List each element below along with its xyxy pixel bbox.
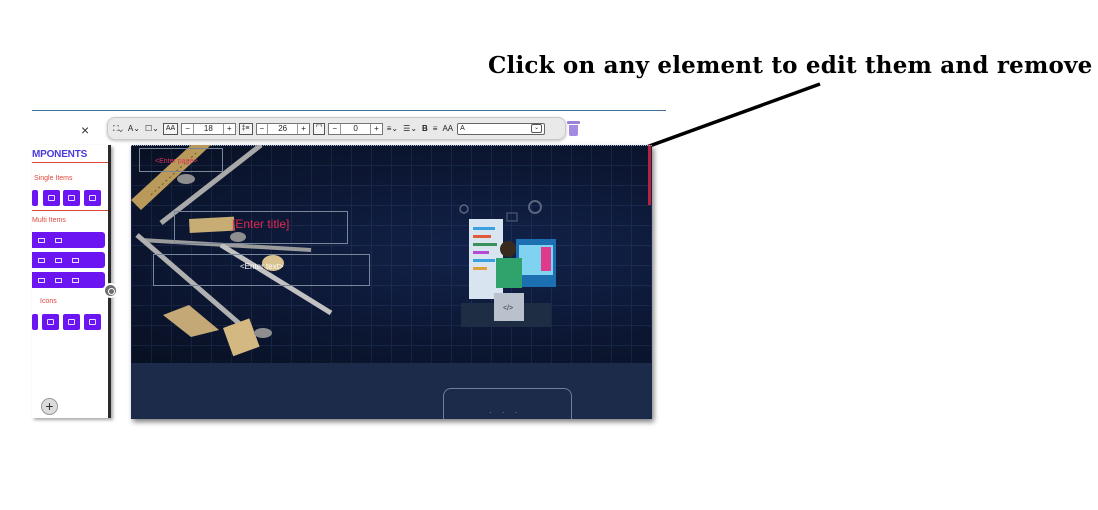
table-icon <box>72 277 79 283</box>
trash-icon[interactable] <box>567 121 580 136</box>
format-toolbar: ⛶⌄ A⌄ ☐⌄ AA − 18 + ‡≡ − 26 + ⌜⌝ − 0 + ≡⌄… <box>107 117 566 140</box>
tape-graphic <box>223 318 260 357</box>
github-glyph <box>47 319 54 325</box>
linkedin-glyph <box>68 319 75 325</box>
browser-sidebar <box>541 247 551 271</box>
code-line <box>473 259 495 262</box>
sidebar-toggle-icon[interactable] <box>103 283 118 298</box>
multi-item-row-3[interactable] <box>32 272 105 288</box>
loading-dots: · · · <box>489 408 522 417</box>
linkedin-icon[interactable] <box>63 314 80 330</box>
design-canvas[interactable]: · · · </> <Enter page> [Enter title] <En… <box>131 145 652 419</box>
title-placeholder-text[interactable]: [Enter title] <box>232 217 289 231</box>
github-icon[interactable] <box>42 314 59 330</box>
font-size-decrease[interactable]: − <box>182 123 194 134</box>
panel-title: MPONENTS <box>32 149 88 160</box>
text-lines-icon <box>55 237 62 243</box>
image-icon <box>55 277 62 283</box>
person-head <box>500 241 516 257</box>
single-item-table-button[interactable] <box>63 190 80 206</box>
components-panel: MPONENTS Single Items Multi Items Icons … <box>32 145 111 418</box>
code-line <box>473 267 487 270</box>
youtube-icon[interactable] <box>84 314 101 330</box>
line-height-decrease[interactable]: − <box>257 123 269 134</box>
line-height-icon: ‡≡ <box>238 122 253 135</box>
gear-icon <box>528 200 542 214</box>
window-icon <box>506 212 518 222</box>
panel-divider <box>32 162 108 163</box>
icons-heading: Icons <box>40 298 57 305</box>
close-icon[interactable]: × <box>81 123 89 137</box>
font-family-value: A <box>460 125 465 132</box>
person-body <box>496 258 522 288</box>
code-line <box>473 243 497 246</box>
page-placeholder-text[interactable]: <Enter page> <box>155 158 197 165</box>
trash-lid <box>567 121 580 124</box>
multi-items-heading: Multi Items <box>32 217 66 224</box>
single-item-tile[interactable] <box>32 190 38 206</box>
trash-can <box>569 125 578 136</box>
text-placeholder-text[interactable]: <Enter text> <box>240 262 284 271</box>
image-icon <box>55 257 62 263</box>
screen: Click on any element to edit them and re… <box>0 0 1098 510</box>
border-radius-stepper[interactable]: − 0 + <box>328 122 383 135</box>
laptop-code-glyph: </> <box>503 305 513 312</box>
text-placeholder-box[interactable]: <Enter text> <box>153 254 370 286</box>
bold-button[interactable]: B <box>421 122 429 136</box>
border-dropdown[interactable]: ☐⌄ <box>144 122 160 136</box>
list-dropdown[interactable]: ☰⌄ <box>402 122 418 136</box>
gear-icon <box>459 204 469 214</box>
text-case-button[interactable]: AA <box>441 122 454 136</box>
title-placeholder-box[interactable]: [Enter title] <box>174 211 348 244</box>
fill-color-dropdown[interactable]: ⛶⌄ <box>112 122 124 136</box>
lower-section[interactable] <box>131 363 652 419</box>
tape-graphic <box>163 305 219 337</box>
border-radius-value[interactable]: 0 <box>341 123 372 134</box>
icon-tile[interactable] <box>32 314 38 330</box>
add-icon[interactable]: + <box>41 398 58 415</box>
border-radius-decrease[interactable]: − <box>329 123 342 134</box>
grid-icon <box>38 277 45 283</box>
single-item-card-button[interactable] <box>84 190 101 206</box>
code-line <box>473 235 491 238</box>
chevron-down-icon: ⌄ <box>531 124 543 133</box>
border-radius-icon: ⌜⌝ <box>312 122 326 135</box>
card-icon <box>89 195 96 201</box>
instruction-headline: Click on any element to edit them and re… <box>488 52 1093 79</box>
line-height-stepper[interactable]: − 26 + <box>255 122 310 135</box>
text-lines-icon <box>72 257 79 263</box>
font-size-increase[interactable]: + <box>224 124 235 134</box>
text-color-dropdown[interactable]: A⌄ <box>127 122 141 136</box>
line-height-value[interactable]: 26 <box>268 123 299 134</box>
developer-illustration: </> <box>459 200 556 327</box>
line-height-increase[interactable]: + <box>298 124 309 134</box>
font-size-icon: AA <box>162 122 179 135</box>
multi-item-row-2[interactable] <box>32 252 105 268</box>
text-lines-icon <box>38 257 45 263</box>
image-icon <box>48 195 55 201</box>
top-divider <box>32 110 666 111</box>
code-line <box>473 251 489 254</box>
strikethrough-button[interactable]: ≡ <box>432 122 439 136</box>
align-dropdown[interactable]: ≡⌄ <box>386 122 399 136</box>
font-family-select[interactable]: A ⌄ <box>457 122 546 135</box>
border-radius-increase[interactable]: + <box>371 124 382 134</box>
single-item-image-button[interactable] <box>43 190 60 206</box>
code-line <box>473 227 495 230</box>
page-placeholder-box[interactable]: <Enter page> <box>139 148 223 172</box>
table-icon <box>68 195 75 201</box>
image-icon <box>38 237 45 243</box>
binder-clip-graphic <box>177 174 195 184</box>
binder-clip-graphic <box>254 328 272 338</box>
font-size-value[interactable]: 18 <box>194 123 224 134</box>
youtube-glyph <box>89 319 96 325</box>
single-items-heading: Single Items <box>34 175 73 182</box>
section-divider <box>32 210 108 211</box>
font-size-stepper[interactable]: − 18 + <box>181 122 236 135</box>
multi-item-row-1[interactable] <box>32 232 105 248</box>
